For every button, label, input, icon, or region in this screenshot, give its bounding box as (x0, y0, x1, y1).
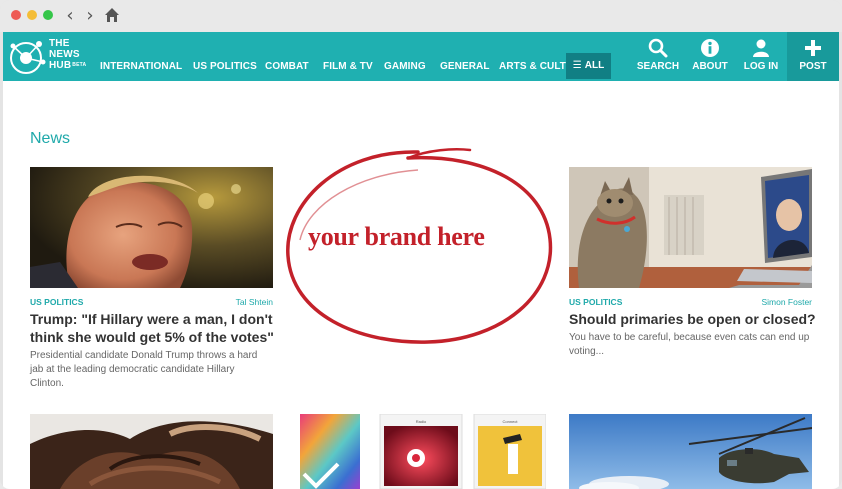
browser-window: ‹ › THE NEWS HUBBETA INTERNATIONAL US PO… (0, 0, 842, 489)
article-author[interactable]: Simon Foster (761, 297, 812, 307)
logo-line-3-text: HUB (49, 60, 72, 71)
nav-combat[interactable]: COMBAT (265, 61, 309, 72)
login-label: LOG IN (743, 61, 779, 72)
all-categories-button[interactable]: ☰ ALL (566, 53, 611, 79)
home-icon[interactable] (104, 7, 120, 23)
plus-icon (805, 40, 821, 56)
logo-line-1: THE (49, 38, 70, 49)
beta-badge: BETA (72, 62, 87, 68)
all-label: ALL (584, 60, 605, 71)
summary-line-1: Presidential candidate Donald Trump thro… (30, 350, 258, 361)
chevron-left-icon[interactable]: ‹ (62, 6, 78, 26)
nav-film-tv[interactable]: FILM & TV (323, 61, 373, 72)
nav-general[interactable]: GENERAL (440, 61, 490, 72)
article-card[interactable]: US POLITICS Tal Shtein Trump: "If Hillar… (30, 167, 274, 397)
search-icon (648, 38, 668, 58)
logo-line-2: NEWS (49, 49, 80, 60)
maximize-window-button[interactable] (43, 10, 53, 20)
site-logo-icon[interactable] (5, 36, 47, 78)
logo-line-3: HUBBETA (49, 60, 86, 71)
article-thumbnail-image[interactable] (30, 414, 273, 489)
article-category[interactable]: US POLITICS (30, 297, 83, 307)
headline-line-1: Should primaries be open or closed? (569, 311, 816, 327)
nav-gaming[interactable]: GAMING (384, 61, 426, 72)
article-thumbnail-image[interactable] (569, 414, 812, 489)
web-page: THE NEWS HUBBETA INTERNATIONAL US POLITI… (3, 32, 839, 489)
article-summary: Presidential candidate Donald Trump thro… (30, 349, 280, 391)
phone-tab-connect: Connect (503, 419, 519, 424)
headline-line-1: Trump: "If Hillary were a man, I don't (30, 311, 273, 327)
summary-line-2: jab at the leading democratic candidate … (30, 364, 235, 375)
summary-line-2: voting... (569, 346, 605, 357)
post-button[interactable]: POST (787, 32, 839, 81)
section-title: News (30, 130, 71, 147)
summary-line-3: Clinton. (30, 378, 64, 389)
article-card[interactable]: US POLITICS Simon Foster Should primarie… (569, 167, 816, 397)
phone-tab-radio: Radio (416, 419, 427, 424)
article-thumbnail-image[interactable]: Radio Connect (298, 414, 546, 489)
login-button[interactable]: LOG IN (737, 32, 785, 81)
minimize-window-button[interactable] (27, 10, 37, 20)
article-headline[interactable]: Should primaries be open or closed? (569, 310, 819, 328)
article-author[interactable]: Tal Shtein (236, 297, 273, 307)
article-summary: You have to be careful, because even cat… (569, 331, 819, 359)
close-window-button[interactable] (11, 10, 21, 20)
article-thumbnail-image[interactable] (569, 167, 812, 288)
post-label: POST (799, 61, 827, 72)
menu-icon: ☰ (572, 60, 582, 71)
info-icon (701, 39, 719, 57)
browser-toolbar: ‹ › (0, 0, 842, 32)
search-label: SEARCH (636, 61, 680, 72)
site-header: THE NEWS HUBBETA INTERNATIONAL US POLITI… (3, 32, 839, 81)
category-nav: INTERNATIONAL US POLITICS COMBAT FILM & … (93, 32, 566, 81)
about-button[interactable]: ABOUT (686, 32, 734, 81)
chevron-right-icon[interactable]: › (82, 6, 98, 26)
article-thumbnail-image[interactable] (30, 167, 273, 288)
summary-line-1: You have to be careful, because even cat… (569, 332, 810, 343)
nav-us-politics[interactable]: US POLITICS (193, 61, 257, 72)
about-label: ABOUT (692, 61, 728, 72)
nav-arts-culture[interactable]: ARTS & CULTURE (499, 61, 566, 72)
article-headline[interactable]: Trump: "If Hillary were a man, I don't t… (30, 310, 280, 346)
nav-international[interactable]: INTERNATIONAL (100, 61, 182, 72)
site-logo-text[interactable]: THE NEWS HUBBETA (49, 38, 86, 71)
user-icon (753, 39, 769, 57)
brand-placeholder-text: your brand here (308, 222, 485, 251)
search-button[interactable]: SEARCH (633, 32, 683, 81)
headline-line-2: think she would get 5% of the votes" (30, 329, 274, 345)
article-category[interactable]: US POLITICS (569, 297, 622, 307)
